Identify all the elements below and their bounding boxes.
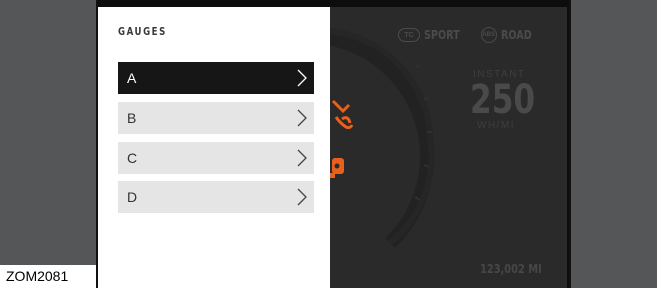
chevron-right-icon bbox=[297, 188, 307, 206]
chevron-right-icon bbox=[297, 109, 307, 127]
instant-value: 250 bbox=[470, 77, 536, 123]
gauge-arc bbox=[330, 28, 435, 249]
left-bezel bbox=[0, 0, 98, 288]
menu-title: GAUGES bbox=[118, 25, 167, 38]
menu-item-d[interactable]: D bbox=[118, 181, 314, 213]
abs-icon: ABS bbox=[480, 27, 497, 43]
menu-item-label: C bbox=[127, 150, 138, 166]
road-mode-label: ROAD bbox=[500, 28, 532, 42]
menu-item-b[interactable]: B bbox=[118, 102, 314, 134]
chevron-right-icon bbox=[297, 149, 307, 167]
menu-item-label: A bbox=[127, 70, 137, 86]
figure-caption: ZOM2081 bbox=[0, 265, 96, 288]
menu-item-c[interactable]: C bbox=[118, 142, 314, 174]
right-bezel bbox=[569, 0, 657, 288]
menu-item-a[interactable]: A bbox=[118, 62, 314, 94]
traction-control-icon: TC bbox=[398, 28, 420, 42]
instant-unit: WH/MI bbox=[477, 120, 516, 131]
traction-control-warning-icon bbox=[331, 99, 354, 130]
menu-item-label: D bbox=[127, 189, 138, 205]
chevron-right-icon bbox=[297, 69, 307, 87]
mode-indicators: TC SPORT ABS ROAD bbox=[398, 25, 539, 45]
drive-mode-label: SPORT bbox=[424, 28, 460, 42]
odometer-readout: 123,002 MI bbox=[480, 262, 542, 276]
menu-item-label: B bbox=[127, 110, 137, 126]
engine-warning-icon bbox=[330, 158, 344, 178]
instrument-cluster-display: TC SPORT ABS ROAD INSTANT 250 WH/MI 123,… bbox=[330, 7, 567, 288]
gauges-menu-panel: GAUGES A B C D bbox=[98, 7, 330, 288]
